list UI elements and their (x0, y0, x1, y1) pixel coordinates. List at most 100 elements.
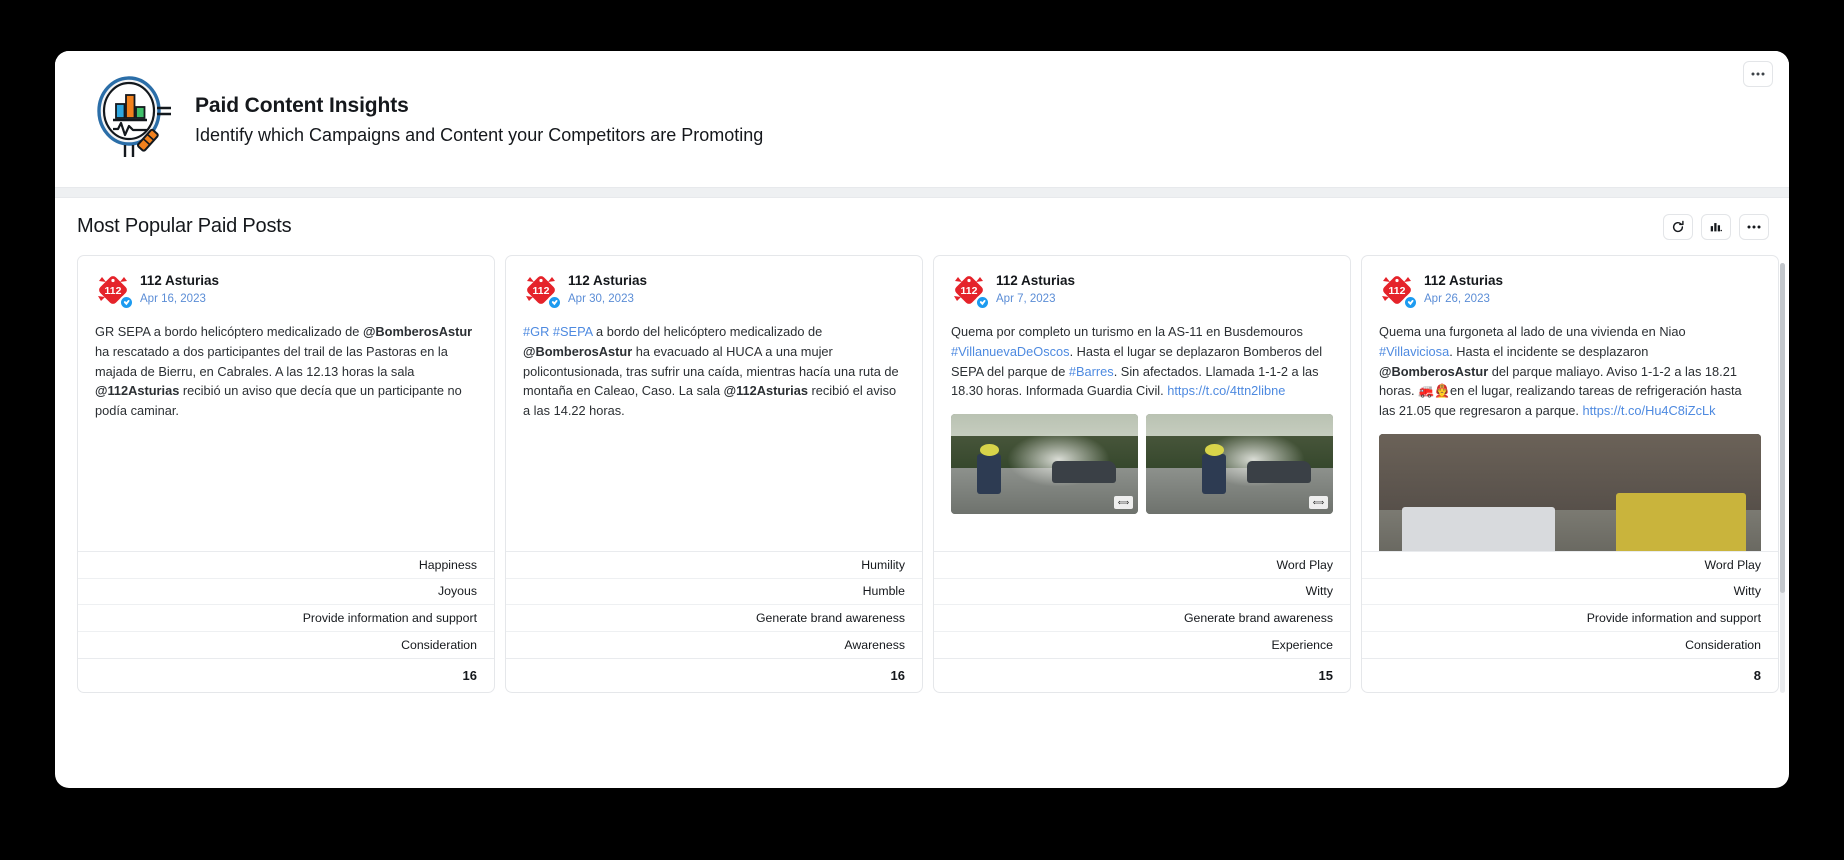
metric-row-content-theme: Happiness (78, 552, 494, 579)
metric-row-customer-journey-stage: Consideration (1362, 632, 1778, 659)
post-body: 112 112 Asturias Apr 30, 2023 #GR #SEPA … (506, 256, 922, 551)
metric-row-key-objective: Provide information and support (78, 605, 494, 632)
account-name: 112 Asturias (568, 272, 647, 290)
avatar: 112 (523, 272, 559, 308)
metric-row-content-tone: Joyous (78, 579, 494, 606)
burned-van-photo[interactable]: ⟺ (1379, 434, 1761, 551)
metric-row-content-theme: Word Play (1362, 552, 1778, 579)
post-card-2[interactable]: 112 112 Asturias Apr 30, 2023 #GR #SEPA … (505, 255, 923, 693)
post-date[interactable]: Apr 7, 2023 (996, 293, 1075, 307)
post-header: 112 112 Asturias Apr 30, 2023 (523, 272, 905, 308)
posts-grid: 112 112 Asturias Apr 16, 2023 GR SEPA a … (77, 255, 1779, 693)
app-header: Paid Content Insights Identify which Cam… (55, 51, 1789, 187)
post-date[interactable]: Apr 26, 2023 (1424, 293, 1503, 307)
metric-value-total-engagements: 16 (463, 668, 477, 683)
metric-row-total-engagements: 8 (1362, 658, 1778, 692)
metric-row-content-tone: Witty (934, 579, 1350, 606)
metric-row-customer-journey-stage: Consideration (78, 632, 494, 659)
metric-value-total-engagements: 15 (1319, 668, 1333, 683)
window-more-options-button[interactable] (1743, 61, 1773, 87)
metric-value-customer-journey-stage: Consideration (1685, 638, 1761, 652)
metric-row-customer-journey-stage: Awareness (506, 632, 922, 659)
avatar: 112 (1379, 272, 1415, 308)
metric-value-content-tone: Humble (863, 584, 905, 598)
refresh-icon (1671, 220, 1685, 234)
burning-car-photo-1[interactable]: ⟺ (951, 414, 1138, 514)
metric-value-key-objective: Provide information and support (1587, 611, 1761, 625)
metric-row-total-engagements: 16 (506, 658, 922, 692)
metric-row-content-tone: Witty (1362, 579, 1778, 606)
chart-view-button[interactable] (1701, 214, 1731, 240)
metric-row-key-objective: Generate brand awareness (934, 605, 1350, 632)
metric-value-content-theme: Word Play (1705, 558, 1762, 572)
refresh-button[interactable] (1663, 214, 1693, 240)
post-header: 112 112 Asturias Apr 26, 2023 (1379, 272, 1761, 308)
metric-value-key-objective: Provide information and support (303, 611, 477, 625)
metric-value-total-engagements: 8 (1754, 668, 1761, 683)
avatar: 112 (951, 272, 987, 308)
metric-value-customer-journey-stage: Experience (1271, 638, 1333, 652)
post-date[interactable]: Apr 16, 2023 (140, 293, 219, 307)
section-more-options-button[interactable] (1739, 214, 1769, 240)
post-metrics-table: Word Play Witty Provide information and … (1362, 551, 1778, 692)
post-card-4[interactable]: 112 112 Asturias Apr 26, 2023 Quema una … (1361, 255, 1779, 693)
metric-row-key-objective: Generate brand awareness (506, 605, 922, 632)
post-text: Quema una furgoneta al lado de una vivie… (1379, 322, 1761, 421)
post-body: 112 112 Asturias Apr 7, 2023 Quema por c… (934, 256, 1350, 551)
ellipsis-icon (1751, 72, 1765, 76)
metric-value-customer-journey-stage: Awareness (844, 638, 905, 652)
metric-row-total-engagements: 16 (78, 658, 494, 692)
post-media: ⟺ (1379, 434, 1761, 551)
post-account-block: 112 Asturias Apr 30, 2023 (568, 272, 647, 307)
metric-value-content-theme: Happiness (419, 558, 477, 572)
section-bar: Most Popular Paid Posts (55, 198, 1789, 255)
post-text: #GR #SEPA a bordo del helicóptero medica… (523, 322, 905, 421)
svg-text:112: 112 (961, 285, 978, 297)
metric-row-content-tone: Humble (506, 579, 922, 606)
post-media: ⟺⟺ (951, 414, 1333, 514)
post-metrics-table: Word Play Witty Generate brand awareness… (934, 551, 1350, 692)
svg-text:112: 112 (1389, 285, 1406, 297)
ellipsis-icon (1747, 225, 1761, 229)
verified-badge-icon (1403, 295, 1418, 310)
account-name: 112 Asturias (140, 272, 219, 290)
post-account-block: 112 Asturias Apr 7, 2023 (996, 272, 1075, 307)
screen: Paid Content Insights Identify which Cam… (0, 0, 1844, 860)
header-text-block: Paid Content Insights Identify which Cam… (195, 91, 763, 148)
app-window: Paid Content Insights Identify which Cam… (55, 51, 1789, 788)
scrollbar-thumb[interactable] (1780, 263, 1785, 593)
post-header: 112 112 Asturias Apr 7, 2023 (951, 272, 1333, 308)
page-title: Paid Content Insights (195, 93, 763, 119)
burning-car-photo-2[interactable]: ⟺ (1146, 414, 1333, 514)
account-name: 112 Asturias (996, 272, 1075, 290)
section-toolbar (1663, 214, 1769, 240)
metric-value-content-theme: Humility (861, 558, 905, 572)
metric-value-total-engagements: 16 (891, 668, 905, 683)
svg-text:112: 112 (105, 285, 122, 297)
metric-value-customer-journey-stage: Consideration (401, 638, 477, 652)
post-metrics-table: Humility Humble Generate brand awareness… (506, 551, 922, 692)
media-expand-icon[interactable]: ⟺ (1114, 496, 1133, 509)
metric-row-key-objective: Provide information and support (1362, 605, 1778, 632)
metric-row-content-theme: Humility (506, 552, 922, 579)
metric-value-key-objective: Generate brand awareness (756, 611, 905, 625)
header-divider (55, 187, 1789, 198)
post-card-1[interactable]: 112 112 Asturias Apr 16, 2023 GR SEPA a … (77, 255, 495, 693)
post-body: 112 112 Asturias Apr 16, 2023 GR SEPA a … (78, 256, 494, 551)
post-card-3[interactable]: 112 112 Asturias Apr 7, 2023 Quema por c… (933, 255, 1351, 693)
metric-value-key-objective: Generate brand awareness (1184, 611, 1333, 625)
post-date[interactable]: Apr 30, 2023 (568, 293, 647, 307)
metric-row-content-theme: Word Play (934, 552, 1350, 579)
post-account-block: 112 Asturias Apr 16, 2023 (140, 272, 219, 307)
verified-badge-icon (119, 295, 134, 310)
metric-value-content-tone: Witty (1306, 584, 1333, 598)
avatar: 112 (95, 272, 131, 308)
metric-value-content-tone: Joyous (438, 584, 477, 598)
vertical-scrollbar[interactable] (1780, 263, 1785, 693)
media-expand-icon[interactable]: ⟺ (1309, 496, 1328, 509)
magnifier-bar-chart-icon (87, 73, 179, 165)
bar-chart-icon (1709, 220, 1723, 234)
posts-area: 112 112 Asturias Apr 16, 2023 GR SEPA a … (55, 255, 1789, 701)
post-text: GR SEPA a bordo helicóptero medicalizado… (95, 322, 477, 421)
section-title: Most Popular Paid Posts (77, 215, 291, 238)
